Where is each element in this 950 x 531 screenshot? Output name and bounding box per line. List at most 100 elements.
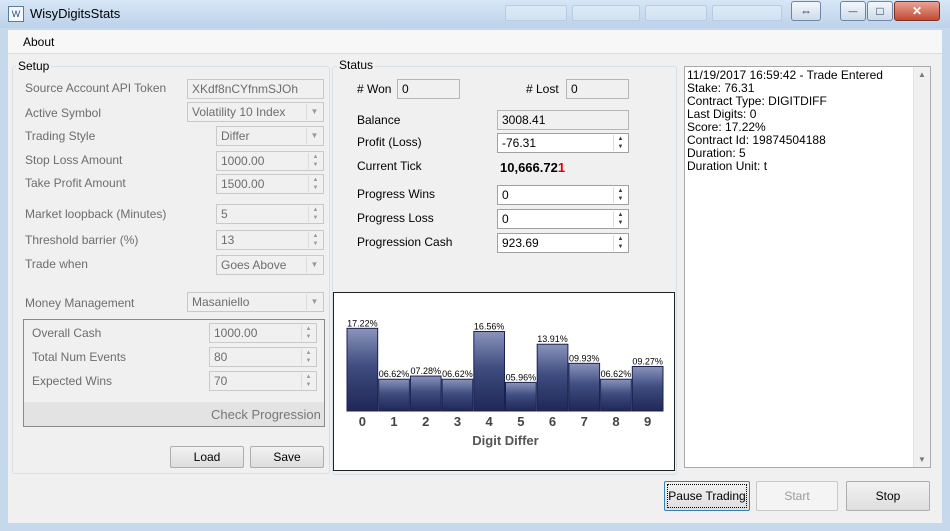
minimize-button[interactable]: —: [840, 1, 866, 21]
chevron-down-icon: ▼: [306, 104, 322, 120]
start-button[interactable]: Start: [756, 481, 838, 511]
title-bar: W WisyDigitsStats ⇔ — □ ✕: [0, 0, 950, 28]
setup-title: Setup: [16, 59, 52, 73]
scroll-up-icon[interactable]: ▲: [914, 70, 930, 79]
chart-bar: [568, 362, 601, 412]
chart-tick-label: 8: [612, 414, 619, 429]
chart-bar: [505, 381, 537, 412]
chart-x-axis-label: Digit Differ: [472, 433, 538, 448]
chart-tick-label: 3: [454, 414, 461, 429]
status-title: Status: [337, 58, 376, 72]
load-button[interactable]: Load: [170, 446, 244, 468]
chevron-down-icon: ▼: [306, 294, 322, 310]
spinner-icon[interactable]: ▲ ▼: [301, 349, 315, 365]
progress-wins-stepper[interactable]: 0 ▲ ▼: [497, 185, 629, 205]
market-loopback-label: Market loopback (Minutes): [25, 207, 167, 221]
trading-style-select[interactable]: Differ ▼: [216, 126, 324, 146]
chart-tick-label: 5: [517, 414, 524, 429]
spinner-icon[interactable]: ▲ ▼: [301, 325, 315, 341]
spinner-icon[interactable]: ▲ ▼: [308, 206, 322, 222]
chart-data-label: 09.93%: [569, 353, 600, 363]
menu-bar: About: [8, 30, 942, 54]
spinner-icon[interactable]: ▲ ▼: [308, 153, 322, 169]
menu-about[interactable]: About: [23, 35, 54, 49]
chart-tick-label: 9: [644, 414, 651, 429]
chevron-down-icon: ▼: [306, 128, 322, 144]
current-tick-label: Current Tick: [357, 159, 422, 173]
maximize-button[interactable]: □: [867, 1, 893, 21]
api-token-field[interactable]: XKdf8nCYfnmSJOh: [187, 79, 324, 99]
chart-tick-label: 0: [359, 414, 366, 429]
trade-log-content: 11/19/2017 16:59:42 - Trade Entered Stake…: [687, 69, 883, 173]
lost-value: 0: [566, 79, 629, 99]
profit-stepper[interactable]: -76.31 ▲ ▼: [497, 133, 629, 153]
spinner-icon[interactable]: ▲ ▼: [308, 232, 322, 248]
lost-label: # Lost: [526, 82, 559, 96]
chart-bar: [473, 331, 506, 412]
threshold-stepper[interactable]: 13 ▲ ▼: [216, 230, 324, 250]
spinner-icon[interactable]: ▲ ▼: [613, 211, 627, 227]
spinner-icon[interactable]: ▲ ▼: [308, 176, 322, 192]
trade-log[interactable]: 11/19/2017 16:59:42 - Trade Entered Stake…: [684, 66, 931, 468]
spinner-icon[interactable]: ▲ ▼: [613, 187, 627, 203]
take-profit-label: Take Profit Amount: [25, 176, 126, 190]
app-icon: W: [8, 6, 24, 22]
progression-cash-stepper[interactable]: 923.69 ▲ ▼: [497, 233, 629, 253]
api-token-label: Source Account API Token: [25, 81, 167, 95]
check-progression-button[interactable]: Check Progression: [211, 407, 321, 422]
background-tab: [712, 5, 782, 21]
chart-data-label: 06.62%: [442, 369, 473, 379]
digit-chart-svg: 17.22% 0 06.62% 1 07.28% 2 06.62% 3 16.56% 4 05.96…: [346, 318, 664, 448]
trading-style-label: Trading Style: [25, 129, 96, 143]
total-events-label: Total Num Events: [32, 350, 127, 364]
restore-icon[interactable]: ⇔: [791, 1, 821, 21]
total-events-stepper[interactable]: 80 ▲ ▼: [209, 347, 317, 367]
chart-bar: [409, 375, 442, 412]
pause-trading-button[interactable]: Pause Trading: [664, 481, 750, 511]
close-button[interactable]: ✕: [894, 1, 940, 21]
chart-tick-label: 7: [581, 414, 588, 429]
money-management-label: Money Management: [25, 296, 135, 310]
trade-when-label: Trade when: [25, 257, 88, 271]
chart-bar: [441, 378, 474, 412]
progress-loss-stepper[interactable]: 0 ▲ ▼: [497, 209, 629, 229]
chart-data-label: 07.28%: [410, 366, 441, 376]
chart-data-label: 06.62%: [379, 369, 410, 379]
chart-data-label: 05.96%: [506, 372, 537, 382]
profit-label: Profit (Loss): [357, 135, 422, 149]
spinner-icon[interactable]: ▲ ▼: [613, 235, 627, 251]
background-tab: [645, 5, 707, 21]
market-loopback-stepper[interactable]: 5 ▲ ▼: [216, 204, 324, 224]
chart-data-label: 13.91%: [537, 334, 568, 344]
scroll-down-icon[interactable]: ▼: [914, 455, 930, 464]
log-line: Duration Unit: t: [687, 159, 768, 173]
chart-data-label: 06.62%: [601, 369, 632, 379]
active-symbol-select[interactable]: Volatility 10 Index ▼: [187, 102, 324, 122]
spinner-icon[interactable]: ▲ ▼: [301, 373, 315, 389]
money-management-select[interactable]: Masaniello ▼: [187, 292, 324, 312]
chart-bar: [600, 378, 632, 412]
chart-bar: [378, 378, 410, 412]
expected-wins-stepper[interactable]: 70 ▲ ▼: [209, 371, 317, 391]
overall-cash-stepper[interactable]: 1000.00 ▲ ▼: [209, 323, 317, 343]
stop-loss-label: Stop Loss Amount: [25, 153, 123, 167]
chevron-down-icon: ▼: [306, 257, 322, 273]
chart-tick-label: 6: [549, 414, 556, 429]
chart-tick-label: 2: [422, 414, 429, 429]
chart-data-label: 16.56%: [474, 322, 505, 332]
stop-button[interactable]: Stop: [846, 481, 930, 511]
chart-bar: [631, 366, 664, 412]
take-profit-stepper[interactable]: 1500.00 ▲ ▼: [216, 174, 324, 194]
spinner-icon[interactable]: ▲ ▼: [613, 135, 627, 151]
save-button[interactable]: Save: [250, 446, 324, 468]
stop-loss-stepper[interactable]: 1000.00 ▲ ▼: [216, 151, 324, 171]
progress-loss-label: Progress Loss: [357, 211, 434, 225]
overall-cash-label: Overall Cash: [32, 326, 102, 340]
chart-tick-label: 1: [390, 414, 397, 429]
balance-label: Balance: [357, 113, 401, 127]
trade-when-select[interactable]: Goes Above ▼: [216, 255, 324, 275]
background-tab: [505, 5, 567, 21]
chart-tick-label: 4: [486, 414, 494, 429]
log-scrollbar[interactable]: ▲ ▼: [913, 67, 930, 467]
background-tab: [572, 5, 640, 21]
